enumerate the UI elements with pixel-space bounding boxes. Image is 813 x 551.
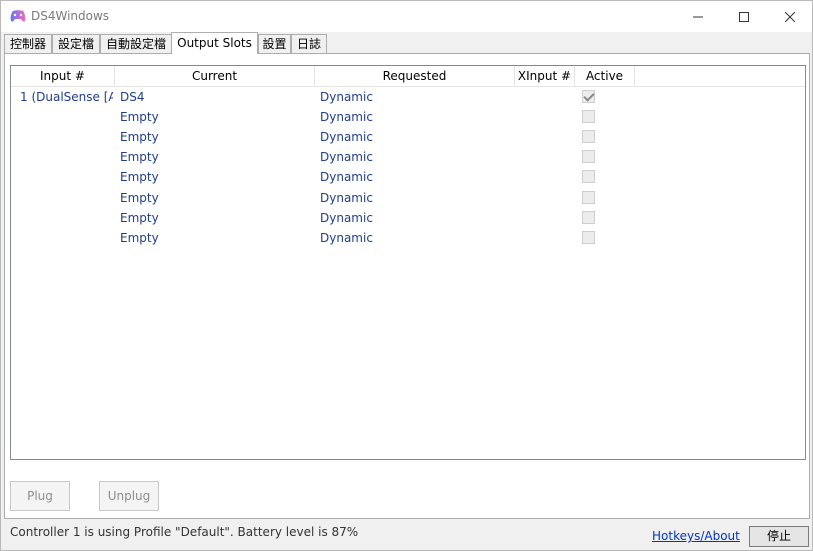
cell-current: Empty xyxy=(120,130,159,144)
status-bar: Controller 1 is using Profile "Default".… xyxy=(1,519,812,550)
tab-auto-profiles[interactable]: 自動設定檔 xyxy=(100,34,172,54)
close-icon xyxy=(785,11,795,22)
minimize-button[interactable] xyxy=(675,1,721,32)
cell-xinput xyxy=(520,228,570,248)
cell-input xyxy=(20,228,113,248)
cell-xinput xyxy=(520,107,570,127)
cell-input xyxy=(20,167,113,187)
title-bar[interactable]: DS4Windows xyxy=(1,1,812,32)
output-slots-list[interactable]: Input # Current Requested XInput # Activ… xyxy=(10,65,806,460)
tab-strip: 控制器 設定檔 自動設定檔 Output Slots 設置 日誌 xyxy=(4,32,809,54)
cell-requested: Dynamic xyxy=(320,191,373,205)
table-row[interactable]: Empty Dynamic xyxy=(11,228,805,248)
table-row[interactable]: Empty Dynamic xyxy=(11,127,805,147)
column-header-active[interactable]: Active xyxy=(575,66,635,87)
list-header: Input # Current Requested XInput # Activ… xyxy=(11,66,805,87)
column-header-current[interactable]: Current xyxy=(115,66,315,87)
cell-input xyxy=(20,208,113,228)
table-row[interactable]: Empty Dynamic xyxy=(11,107,805,127)
column-header-requested[interactable]: Requested xyxy=(315,66,515,87)
cell-xinput xyxy=(520,167,570,187)
cell-requested: Dynamic xyxy=(320,130,373,144)
cell-xinput xyxy=(520,87,570,107)
cell-requested: Dynamic xyxy=(320,211,373,225)
status-text: Controller 1 is using Profile "Default".… xyxy=(10,525,359,539)
cell-requested: Dynamic xyxy=(320,110,373,124)
cell-xinput xyxy=(520,208,570,228)
cell-requested: Dynamic xyxy=(320,90,373,104)
tab-controllers[interactable]: 控制器 xyxy=(4,34,52,54)
cell-current: Empty xyxy=(120,170,159,184)
active-checkbox[interactable] xyxy=(582,130,595,143)
tab-profiles[interactable]: 設定檔 xyxy=(52,34,100,54)
cell-input xyxy=(20,107,113,127)
cell-requested: Dynamic xyxy=(320,150,373,164)
ds4windows-window: DS4Windows 控制器 設定檔 自動設定檔 Output Slots 設置… xyxy=(0,0,813,551)
cell-input xyxy=(20,127,113,147)
cell-input xyxy=(20,188,113,208)
cell-xinput xyxy=(520,188,570,208)
cell-xinput xyxy=(520,147,570,167)
active-checkbox[interactable] xyxy=(582,231,595,244)
hotkeys-about-link[interactable]: Hotkeys/About xyxy=(652,529,740,543)
table-row[interactable]: Empty Dynamic xyxy=(11,208,805,228)
stop-button[interactable]: 停止 xyxy=(749,526,809,547)
column-header-input[interactable]: Input # xyxy=(11,66,115,87)
plug-button[interactable]: Plug xyxy=(10,481,70,511)
cell-current: Empty xyxy=(120,211,159,225)
maximize-icon xyxy=(739,11,749,22)
table-row[interactable]: 1 (DualSense [A DS4 Dynamic xyxy=(11,87,805,107)
close-button[interactable] xyxy=(767,1,813,32)
cell-input: 1 (DualSense [A xyxy=(20,90,113,104)
active-checkbox[interactable] xyxy=(582,211,595,224)
cell-current: Empty xyxy=(120,191,159,205)
active-checkbox[interactable] xyxy=(582,110,595,123)
active-checkbox[interactable] xyxy=(582,150,595,163)
minimize-icon xyxy=(693,16,703,17)
unplug-button[interactable]: Unplug xyxy=(99,481,159,511)
table-row[interactable]: Empty Dynamic xyxy=(11,188,805,208)
cell-input xyxy=(20,147,113,167)
cell-current: Empty xyxy=(120,110,159,124)
maximize-button[interactable] xyxy=(721,1,767,32)
window-title: DS4Windows xyxy=(31,9,110,23)
cell-current: Empty xyxy=(120,150,159,164)
table-row[interactable]: Empty Dynamic xyxy=(11,167,805,187)
cell-current: Empty xyxy=(120,231,159,245)
tab-output-slots[interactable]: Output Slots xyxy=(171,32,258,54)
active-checkbox[interactable] xyxy=(582,191,595,204)
gamepad-icon xyxy=(10,10,26,22)
active-checkbox[interactable] xyxy=(582,170,595,183)
tab-settings[interactable]: 設置 xyxy=(258,34,291,54)
cell-xinput xyxy=(520,127,570,147)
cell-requested: Dynamic xyxy=(320,231,373,245)
cell-current: DS4 xyxy=(120,90,145,104)
active-checkbox[interactable] xyxy=(582,90,595,103)
output-slots-panel: Input # Current Requested XInput # Activ… xyxy=(4,53,810,519)
cell-requested: Dynamic xyxy=(320,170,373,184)
column-header-xinput[interactable]: XInput # xyxy=(515,66,575,87)
table-row[interactable]: Empty Dynamic xyxy=(11,147,805,167)
tab-log[interactable]: 日誌 xyxy=(291,34,327,54)
